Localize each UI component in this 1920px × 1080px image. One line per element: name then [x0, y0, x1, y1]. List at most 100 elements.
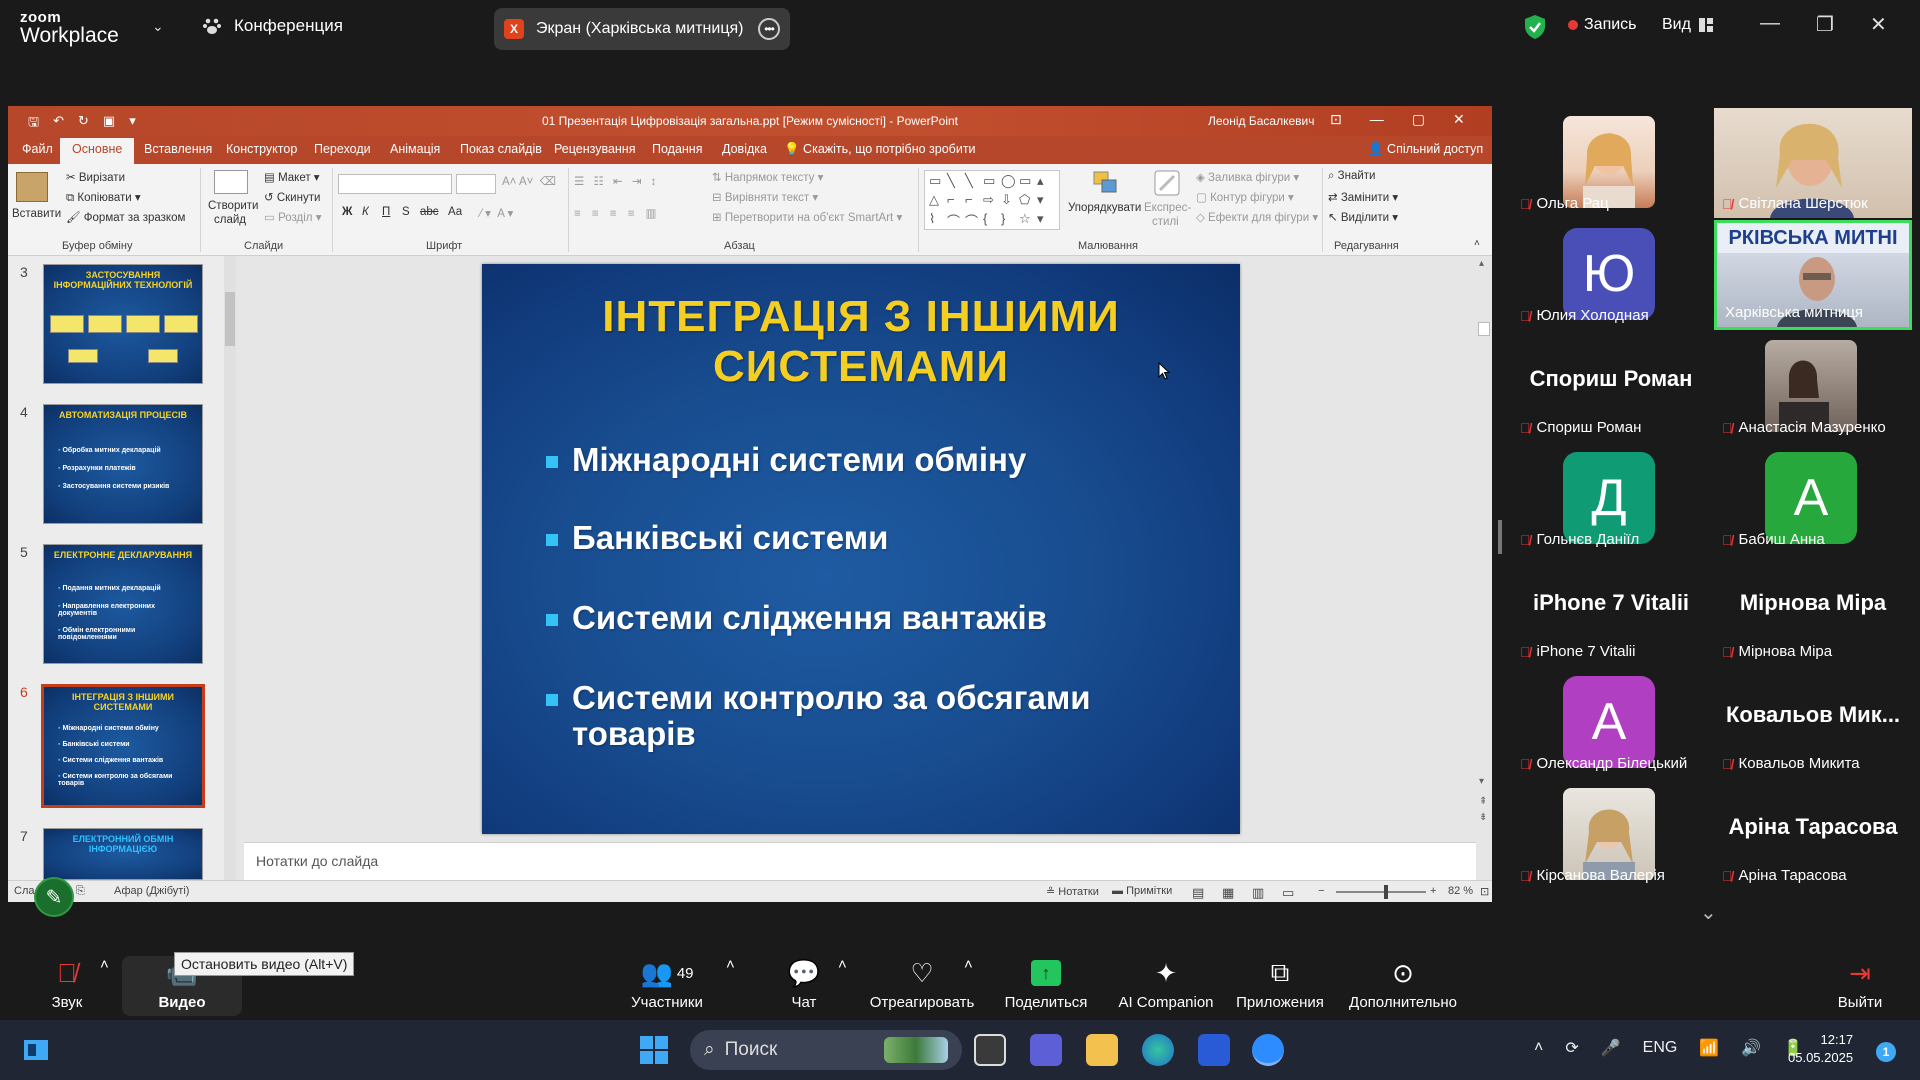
shapes-gallery[interactable]: ▭ ╲ ╲ ▭ ◯ ▭ ▴ △ ⌐ ⌐ ⇨ ⇩ ⬠ ▾ ⌇ ⌒ ⌒{} ☆ ▾	[924, 170, 1060, 230]
slide-bullet[interactable]: Системи контролю за обсягами товарів	[546, 680, 1166, 752]
format-painter-button[interactable]: 🖌 Формат за зразком	[66, 210, 185, 224]
user-name[interactable]: Леонід Басалкевич	[1208, 114, 1314, 128]
select-button[interactable]: ↖ Виділити ▾	[1328, 210, 1398, 224]
italic-button[interactable]: К	[362, 206, 369, 218]
slide-bullet[interactable]: Банківські системи	[546, 520, 888, 556]
taskbar-clock[interactable]: 12:17 05.05.2025	[1788, 1031, 1853, 1067]
participant-tile[interactable]: А 🎙̸ Олександр Білецький	[1512, 668, 1710, 778]
task-view-icon[interactable]	[974, 1034, 1006, 1066]
participant-tile[interactable]: Ковальов Мик... 🎙̸ Ковальов Микита	[1714, 668, 1912, 778]
slide-thumbnail-3[interactable]: ЗАСТОСУВАННЯ ІНФОРМАЦІЙНИХ ТЕХНОЛОГІЙ	[43, 264, 203, 384]
shape-outline-button[interactable]: ▢ Контур фігури ▾	[1196, 190, 1294, 204]
participant-tile[interactable]: 🎙̸ Світлана Шерстюк	[1714, 108, 1912, 218]
tab-slideshow[interactable]: Показ слайдів	[460, 142, 542, 156]
new-slide-icon[interactable]	[214, 170, 248, 194]
layout-button[interactable]: ▤ Макет ▾	[264, 170, 320, 184]
copy-button[interactable]: ⧉ Копіювати ▾	[66, 190, 141, 205]
ribbon-display-icon[interactable]: ⊡	[1330, 111, 1342, 128]
tab-transitions[interactable]: Переходи	[314, 142, 371, 156]
slide-thumbnail-4[interactable]: АВТОМАТИЗАЦІЯ ПРОЦЕСІВ Обробка митних де…	[43, 404, 203, 524]
ppt-minimize-icon[interactable]: —	[1370, 111, 1384, 128]
volume-icon[interactable]: 🔊	[1741, 1038, 1761, 1058]
start-button[interactable]	[640, 1036, 668, 1064]
chevron-down-icon[interactable]: ⌄	[152, 18, 164, 35]
record-button[interactable]: Запись	[1568, 16, 1637, 34]
participant-tile[interactable]: А 🎙̸ Бабиш Анна	[1714, 444, 1912, 554]
shape-fill-button[interactable]: ◈ Заливка фігури ▾	[1196, 170, 1299, 184]
participant-tile[interactable]: Д 🎙̸ Гольнєв Даніїл	[1512, 444, 1710, 554]
wifi-icon[interactable]: 📶	[1699, 1038, 1719, 1058]
tab-file[interactable]: Файл	[22, 142, 53, 156]
slide-scrollbar[interactable]: ▴ ▾ ⇞ ⇟	[1476, 256, 1492, 838]
reset-button[interactable]: ↺ Скинути	[264, 190, 320, 204]
tab-design[interactable]: Конструктор	[226, 142, 297, 156]
tell-me-search[interactable]: 💡 Скажіть, що потрібно зробити	[784, 142, 976, 157]
slide-bullet[interactable]: Системи слідження вантажів	[546, 600, 1047, 636]
sync-icon[interactable]: ⟳	[1565, 1038, 1578, 1058]
tab-animation[interactable]: Анімація	[390, 142, 440, 156]
bold-button[interactable]: Ж	[342, 206, 352, 218]
section-button[interactable]: ▭ Розділ ▾	[264, 210, 321, 224]
quick-styles-line1[interactable]: Експрес-	[1144, 202, 1191, 214]
list-indent-icons[interactable]: ☰ ☷ ⇤ ⇥ ↕	[574, 174, 659, 188]
slideshow-view-icon[interactable]: ▭	[1282, 885, 1294, 901]
slide-thumbnails-panel[interactable]: 3 ЗАСТОСУВАННЯ ІНФОРМАЦІЙНИХ ТЕХНОЛОГІЙ …	[8, 256, 236, 880]
screen-share-indicator[interactable]: X Экран (Харківська митниця) •••	[494, 8, 790, 50]
microphone-icon[interactable]: 🎤	[1601, 1038, 1621, 1058]
participant-tile-active-speaker[interactable]: РКІВСЬКА МИТНІ Харківська митниця	[1714, 220, 1912, 330]
alignment-icons[interactable]: ≡ ≡ ≡ ≡ ▥	[574, 206, 661, 220]
zoom-out-icon[interactable]: −	[1318, 885, 1324, 897]
slide-thumbnail-7[interactable]: ЕЛЕКТРОННИЙ ОБМІН ІНФОРМАЦІЄЮ	[43, 828, 203, 880]
notes-pane[interactable]: Нотатки до слайда	[244, 842, 1476, 880]
fit-to-window-icon[interactable]: ⊡	[1480, 885, 1489, 898]
taskbar-search[interactable]: ⌕ Поиск	[690, 1030, 962, 1070]
more-options-icon[interactable]: •••	[758, 18, 780, 40]
paste-icon[interactable]	[16, 172, 48, 202]
notification-badge[interactable]: 1	[1876, 1042, 1896, 1062]
ppt-close-icon[interactable]: ✕	[1453, 111, 1465, 128]
tab-review[interactable]: Рецензування	[554, 142, 635, 156]
smartart-button[interactable]: ⊞ Перетворити на об'єкт SmartArt ▾	[712, 210, 902, 224]
tray-overflow-icon[interactable]: ˄	[1534, 1039, 1543, 1057]
notes-toggle-button[interactable]: ≗ Нотатки	[1046, 885, 1099, 898]
store-icon[interactable]	[1198, 1034, 1230, 1066]
normal-view-icon[interactable]: ▤	[1192, 885, 1204, 901]
slide-thumbnail-5[interactable]: ЕЛЕКТРОННЕ ДЕКЛАРУВАННЯ Подання митних д…	[43, 544, 203, 664]
arrange-button[interactable]: Упорядкувати	[1068, 202, 1141, 214]
find-button[interactable]: ⌕ Знайти	[1328, 170, 1375, 183]
align-text-button[interactable]: ⊟ Вирівняти текст ▾	[712, 190, 818, 204]
view-button[interactable]: Вид	[1662, 16, 1713, 34]
font-size-combo[interactable]	[456, 174, 496, 194]
restore-icon[interactable]: ❐	[1816, 12, 1834, 37]
tab-help[interactable]: Довідка	[722, 142, 767, 156]
prev-slide-icon[interactable]: ⇞	[1479, 796, 1487, 807]
slide-thumbnail-6-selected[interactable]: ІНТЕГРАЦІЯ З ІНШИМИ СИСТЕМАМИ Міжнародні…	[41, 684, 205, 808]
tab-view[interactable]: Подання	[652, 142, 702, 156]
collapse-ribbon-icon[interactable]: ˄	[1474, 238, 1480, 249]
slide-bullet[interactable]: Міжнародні системи обміну	[546, 442, 1026, 478]
slide-sorter-icon[interactable]: ▦	[1222, 885, 1234, 901]
zoom-in-icon[interactable]: +	[1430, 885, 1436, 897]
scroll-down-icon[interactable]: ▾	[1479, 776, 1484, 787]
annotate-pencil-icon[interactable]: ✎	[34, 877, 74, 917]
zoom-slider-knob[interactable]	[1384, 885, 1388, 899]
font-size-change-icons[interactable]: A˄ A˅ ⌫	[502, 174, 556, 188]
scrollbar-thumb[interactable]	[225, 292, 235, 346]
ppt-maximize-icon[interactable]: ▢	[1412, 111, 1425, 128]
slide-canvas[interactable]: ІНТЕГРАЦІЯ З ІНШИМИ СИСТЕМАМИ Міжнародні…	[482, 264, 1240, 834]
share-access-button[interactable]: 👤 Спільний доступ	[1368, 142, 1483, 157]
reading-view-icon[interactable]: ▥	[1252, 885, 1264, 901]
scrollbar-thumb[interactable]	[1478, 322, 1490, 336]
quick-styles-icon[interactable]	[1152, 168, 1180, 198]
tab-home[interactable]: Основне	[60, 138, 135, 164]
replace-button[interactable]: ⇄ Замінити ▾	[1328, 190, 1398, 204]
thumbnails-scrollbar[interactable]	[224, 256, 236, 880]
meeting-info-button[interactable]: Конференция	[202, 16, 343, 36]
zoom-slider[interactable]	[1336, 885, 1426, 899]
underline-button[interactable]: П	[382, 206, 390, 218]
new-slide-line1[interactable]: Створити	[208, 200, 258, 212]
new-slide-line2[interactable]: слайд	[214, 214, 246, 226]
participant-tile[interactable]: 🎙̸ Анастасія Мазуренко	[1714, 332, 1912, 442]
slide-title[interactable]: ІНТЕГРАЦІЯ З ІНШИМИ СИСТЕМАМИ	[482, 292, 1240, 392]
participant-tile[interactable]: 🎙̸ Ольга Рац	[1512, 108, 1710, 218]
